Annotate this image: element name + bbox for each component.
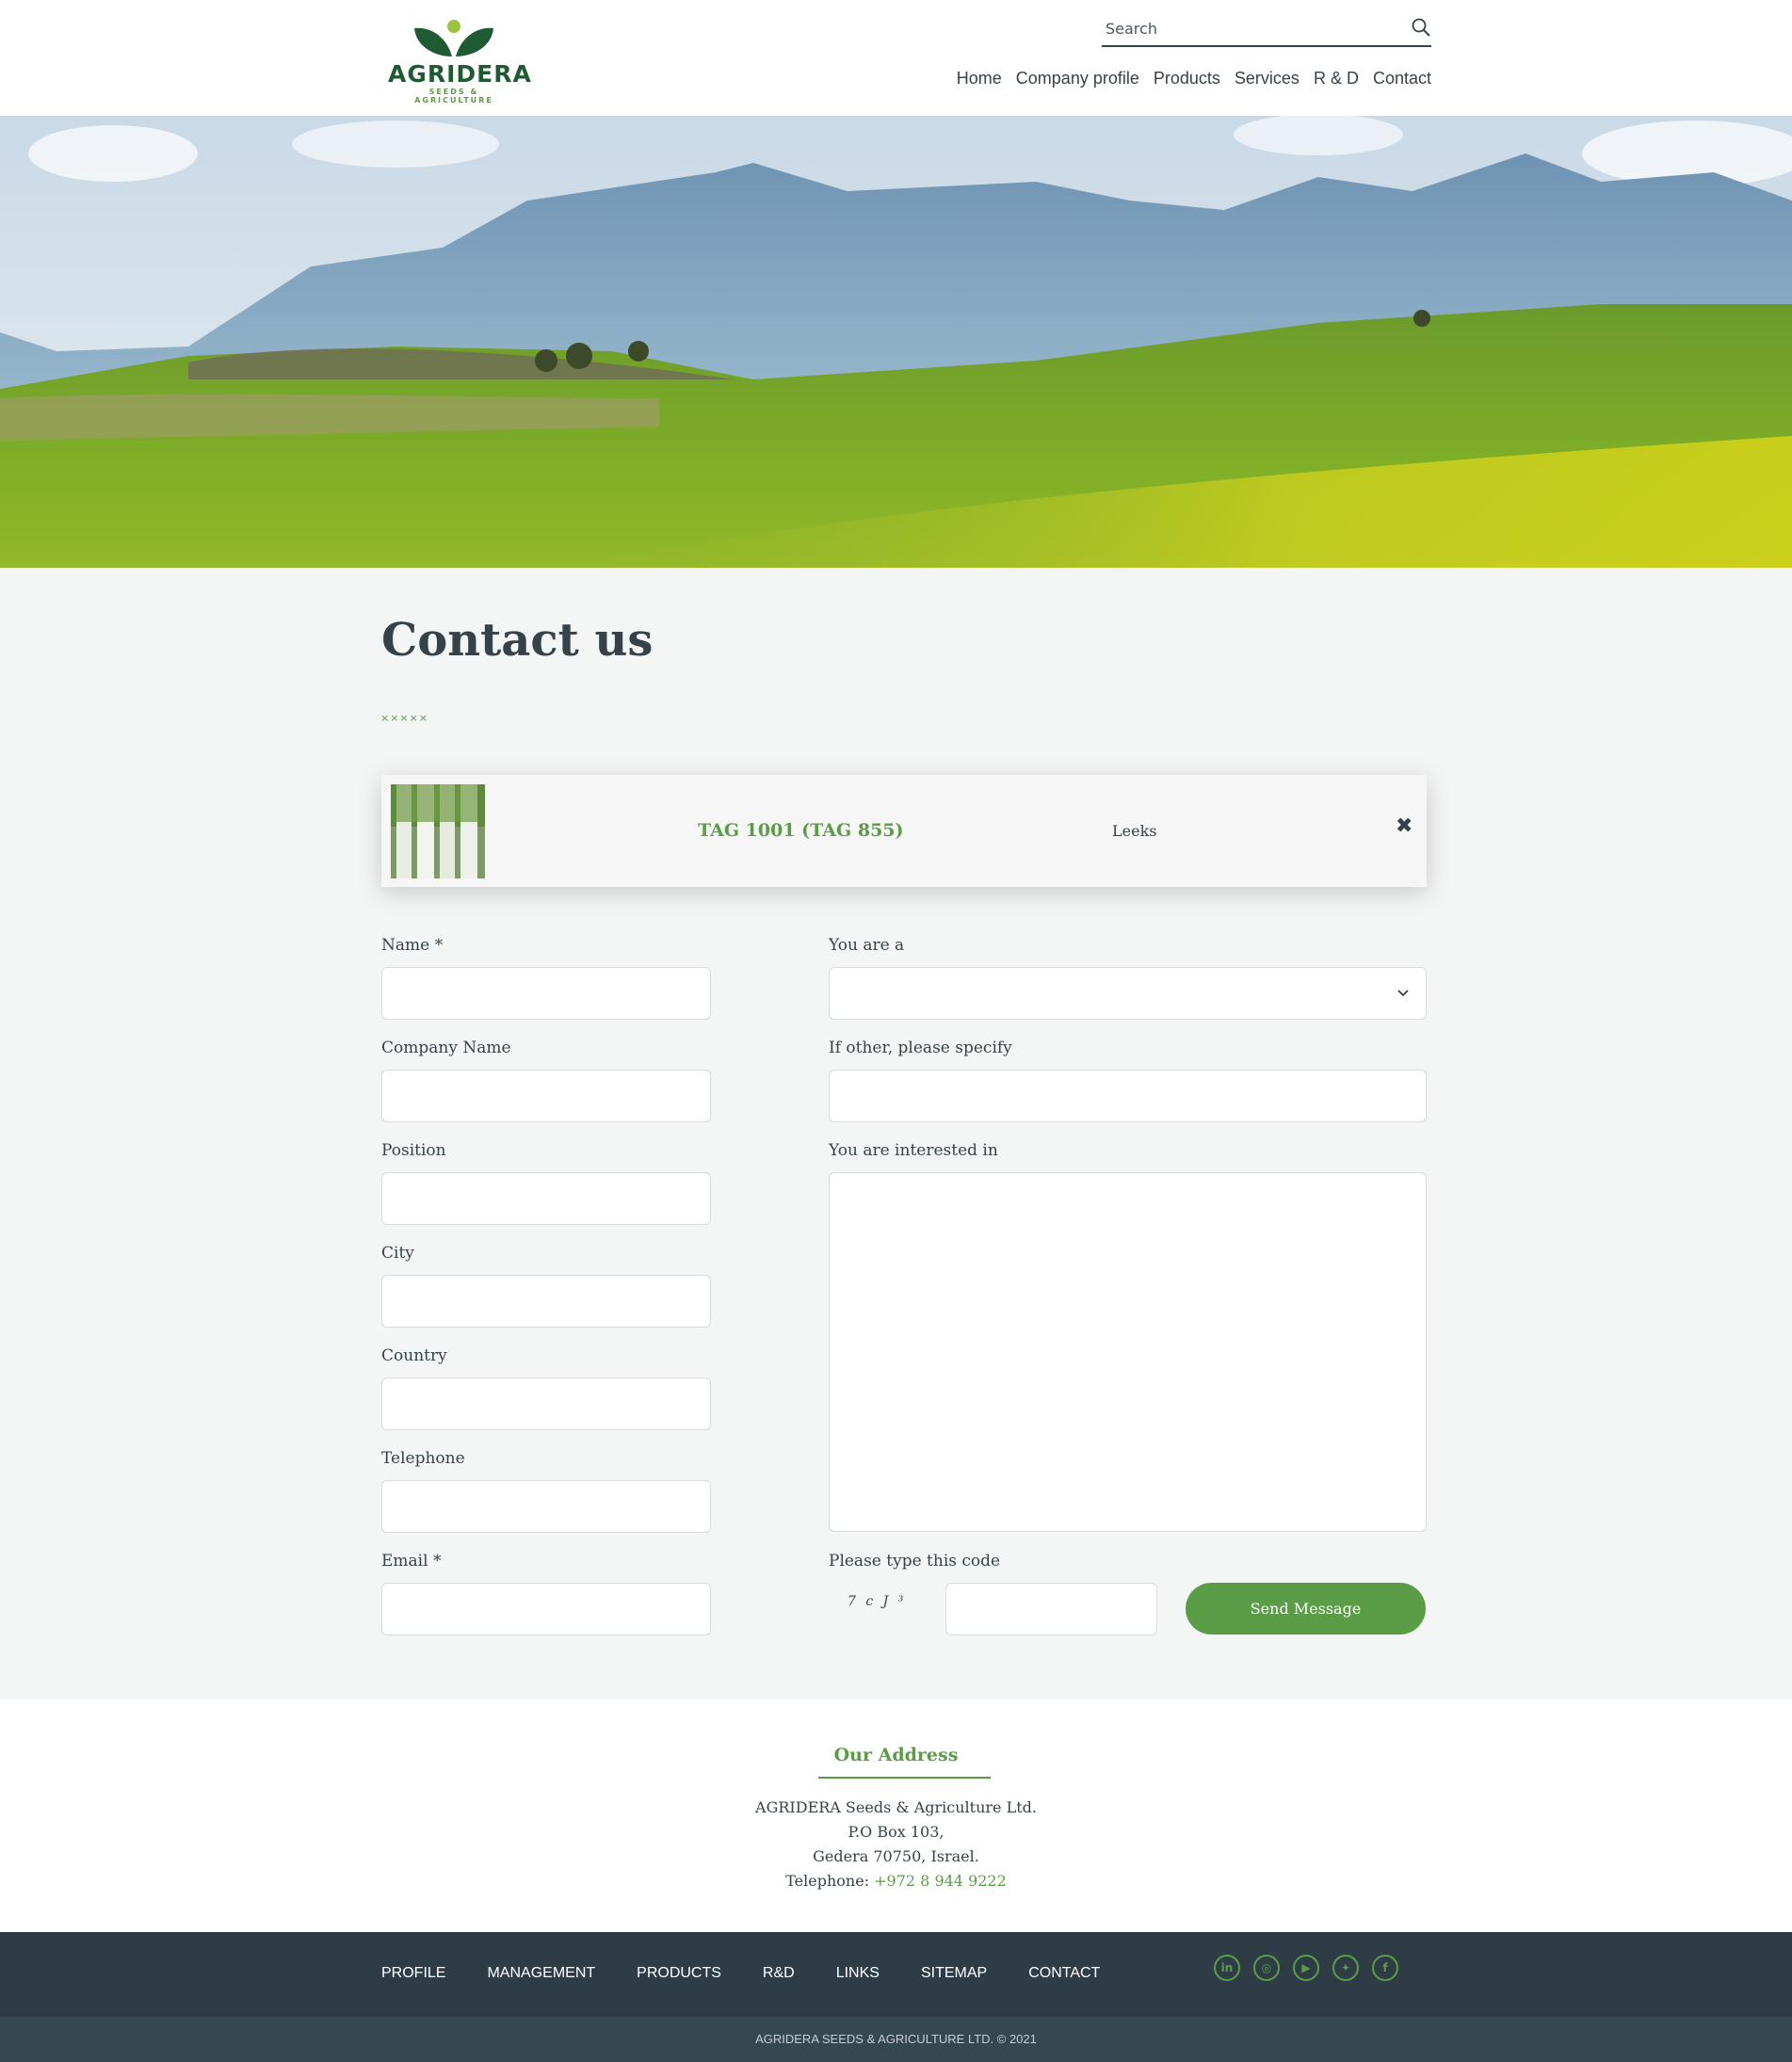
name-label: Name * [381,936,444,955]
footer-link-links[interactable]: LINKS [836,1965,880,1982]
logo-leaves-icon [414,20,493,56]
footer-link-profile[interactable]: PROFILE [381,1965,445,1982]
city-label: City [381,1244,414,1263]
position-input[interactable] [381,1172,711,1225]
address-po-box: P.O Box 103, [848,1823,944,1841]
email-input[interactable] [381,1583,711,1635]
nav-services[interactable]: Services [1235,69,1300,89]
nav-home[interactable]: Home [957,69,1002,89]
instagram-icon[interactable]: ◎ [1253,1955,1280,1981]
address-section: Our Address AGRIDERA Seeds & Agriculture… [0,1700,1792,1932]
product-category: Leeks [1112,822,1157,840]
address-telephone: Telephone: +972 8 944 9222 [0,1869,1792,1893]
search-input[interactable] [1104,19,1390,39]
telephone-input[interactable] [381,1480,711,1533]
linkedin-icon[interactable]: in [1214,1955,1240,1981]
email-label: Email * [381,1552,442,1571]
you-are-select[interactable] [829,967,1427,1020]
company-name-input[interactable] [381,1070,711,1122]
site-header: AGRIDERA SEEDS & AGRICULTURE Home Compan… [0,0,1792,116]
telephone-prefix: Telephone: [785,1872,875,1890]
telephone-link[interactable]: +972 8 944 9222 [874,1872,1007,1890]
send-message-button[interactable]: Send Message [1186,1583,1426,1635]
you-are-label: You are a [829,936,905,955]
nav-contact[interactable]: Contact [1373,69,1431,89]
facebook-icon[interactable]: f [1372,1955,1398,1981]
social-icons: in ◎ ▶ ✦ f [1214,1955,1398,1981]
site-footer: PROFILE MANAGEMENT PRODUCTS R&D LINKS SI… [0,1932,1792,2017]
footer-link-sitemap[interactable]: SITEMAP [921,1965,987,1982]
rating-stars: ××××× [380,712,429,724]
address-company: AGRIDERA Seeds & Agriculture Ltd. [755,1798,1037,1816]
footer-link-rnd[interactable]: R&D [763,1965,795,1982]
nav-company-profile[interactable]: Company profile [1016,69,1139,89]
country-input[interactable] [381,1377,711,1430]
interested-in-label: You are interested in [829,1141,998,1160]
leek-product-image [391,784,485,878]
search-box [1102,13,1431,47]
copyright-text: AGRIDERA SEEDS & AGRICULTURE LTD. © 2021 [0,2017,1792,2062]
address-title: Our Address [833,1745,959,1765]
position-label: Position [381,1141,446,1160]
page-title: Contact us [381,614,654,667]
country-label: Country [381,1346,447,1365]
main-nav: Home Company profile Products Services R… [943,69,1431,89]
address-title-underline [818,1777,991,1779]
city-input[interactable] [381,1275,711,1328]
telephone-label: Telephone [381,1449,465,1468]
agridera-logo[interactable]: AGRIDERA SEEDS & AGRICULTURE [388,15,532,105]
captcha-input[interactable] [945,1583,1157,1635]
captcha-code: 7 c J ³ [848,1594,907,1609]
footer-link-management[interactable]: MANAGEMENT [487,1965,595,1982]
youtube-icon[interactable]: ▶ [1293,1955,1319,1981]
other-specify-input[interactable] [829,1070,1427,1122]
search-icon[interactable] [1411,17,1431,38]
nav-rnd[interactable]: R & D [1314,69,1359,89]
footer-link-products[interactable]: PRODUCTS [637,1965,721,1982]
address-city: Gedera 70750, Israel. [813,1847,979,1865]
name-input[interactable] [381,967,711,1020]
interested-in-textarea[interactable] [829,1172,1427,1532]
remove-product-icon[interactable]: ✖ [1396,814,1413,838]
footer-nav: PROFILE MANAGEMENT PRODUCTS R&D LINKS SI… [381,1965,1141,1982]
nav-products[interactable]: Products [1154,69,1220,89]
hero-banner-image [0,116,1792,568]
logo-wordmark: AGRIDERA [388,60,532,88]
company-name-label: Company Name [381,1039,511,1057]
footer-link-contact[interactable]: CONTACT [1028,1965,1100,1982]
captcha-label: Please type this code [829,1552,1001,1571]
other-specify-label: If other, please specify [829,1039,1012,1057]
logo-tagline: SEEDS & AGRICULTURE [414,88,493,105]
chevron-down-icon [1397,990,1409,997]
selected-product-card: TAG 1001 (TAG 855) Leeks ✖ [381,775,1427,887]
twitter-icon[interactable]: ✦ [1332,1955,1359,1981]
product-name[interactable]: TAG 1001 (TAG 855) [698,820,904,841]
